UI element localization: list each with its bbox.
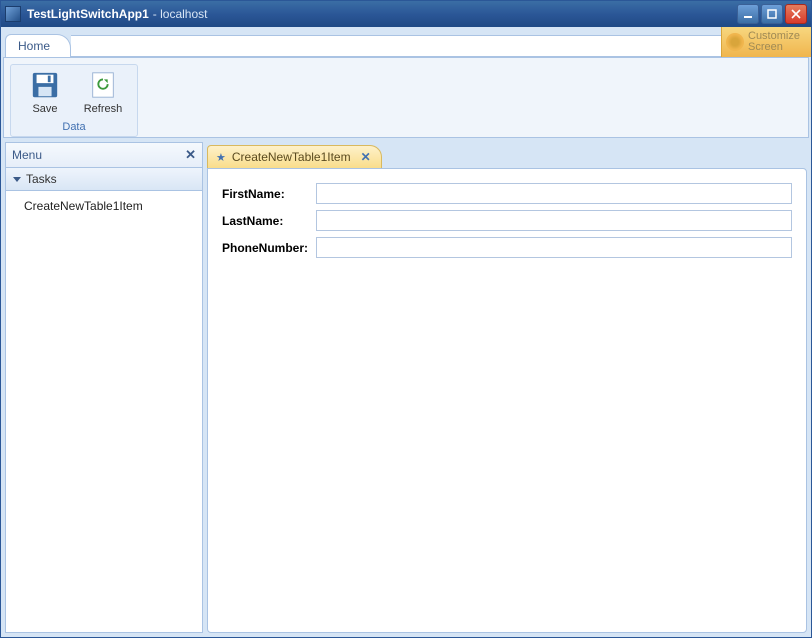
form-row-firstname: FirstName: (222, 183, 792, 204)
customize-label-2: Screen (748, 42, 800, 53)
menu-close-button[interactable]: ✕ (185, 147, 196, 163)
app-window: TestLightSwitchApp1 - localhost Home Cus… (0, 0, 812, 638)
titlebar: TestLightSwitchApp1 - localhost (1, 1, 811, 27)
doc-tabbar: ★ CreateNewTable1Item ✕ (207, 142, 807, 168)
lastname-label: LastName: (222, 214, 316, 228)
main-tabstrip: Home Customize Screen (1, 27, 811, 57)
menu-title: Menu (12, 148, 42, 162)
window-title: TestLightSwitchApp1 (27, 7, 149, 21)
refresh-icon (87, 69, 119, 101)
ribbon-group-label: Data (62, 117, 85, 136)
lastname-field[interactable] (316, 210, 792, 231)
maximize-button[interactable] (761, 4, 783, 24)
menu-header: Menu ✕ (5, 142, 203, 168)
minimize-button[interactable] (737, 4, 759, 24)
window-host: - localhost (153, 7, 208, 21)
chevron-down-icon (12, 174, 22, 184)
doc-panel: FirstName: LastName: PhoneNumber: (207, 168, 807, 633)
main-content: ★ CreateNewTable1Item ✕ FirstName: LastN… (207, 142, 807, 633)
phonenumber-field[interactable] (316, 237, 792, 258)
window-buttons (737, 4, 807, 24)
ribbon: Save Refresh Data (3, 57, 809, 138)
form-row-phonenumber: PhoneNumber: (222, 237, 792, 258)
floppy-icon (29, 69, 61, 101)
customize-screen-button[interactable]: Customize Screen (721, 27, 811, 57)
accordion-tasks[interactable]: Tasks (5, 168, 203, 191)
sidebar: Menu ✕ Tasks CreateNewTable1Item (5, 142, 203, 633)
tree: CreateNewTable1Item (5, 191, 203, 633)
app-icon (5, 6, 21, 22)
sidebar-item-createnewtable1item[interactable]: CreateNewTable1Item (6, 195, 202, 217)
refresh-label: Refresh (84, 103, 123, 115)
save-label: Save (32, 103, 57, 115)
firstname-field[interactable] (316, 183, 792, 204)
refresh-button[interactable]: Refresh (79, 67, 127, 117)
doc-tab-title: CreateNewTable1Item (232, 150, 351, 164)
body: Menu ✕ Tasks CreateNewTable1Item ★ Creat… (1, 138, 811, 637)
save-button[interactable]: Save (21, 67, 69, 117)
form-row-lastname: LastName: (222, 210, 792, 231)
star-icon: ★ (216, 151, 226, 164)
doc-tab-close-button[interactable]: ✕ (361, 150, 371, 164)
close-button[interactable] (785, 4, 807, 24)
doc-tab-createnewtable1item[interactable]: ★ CreateNewTable1Item ✕ (207, 145, 382, 168)
accordion-label: Tasks (26, 172, 57, 186)
phonenumber-label: PhoneNumber: (222, 241, 316, 255)
tab-home[interactable]: Home (5, 34, 71, 57)
firstname-label: FirstName: (222, 187, 316, 201)
gear-icon (726, 33, 744, 51)
ribbon-group-data: Save Refresh Data (10, 64, 138, 137)
